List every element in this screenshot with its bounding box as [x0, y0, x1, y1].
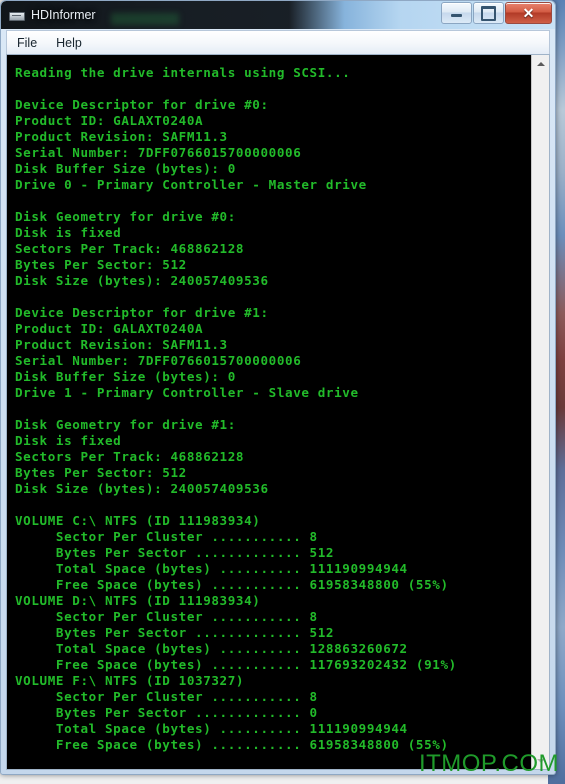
maximize-icon	[481, 5, 496, 21]
hdinformer-window: HDInformer ✕ File Help Reading the drive…	[0, 0, 556, 775]
maximize-button[interactable]	[473, 2, 504, 24]
menu-bar: File Help	[6, 30, 550, 54]
chip-icon	[8, 7, 25, 23]
window-title: HDInformer	[31, 8, 96, 22]
scroll-up-button[interactable]	[532, 55, 549, 72]
minimize-button[interactable]	[441, 2, 472, 24]
chevron-down-icon	[536, 758, 545, 763]
console-output-area: Reading the drive internals using SCSI..…	[6, 54, 550, 770]
scrollbar-track[interactable]	[532, 72, 549, 752]
minimize-icon	[451, 14, 462, 17]
title-bar[interactable]: HDInformer ✕	[1, 1, 555, 29]
window-bottom-strip	[1, 770, 555, 774]
menu-item-file[interactable]: File	[17, 34, 46, 52]
close-icon: ✕	[522, 5, 535, 21]
vertical-scrollbar[interactable]	[531, 55, 549, 769]
close-button[interactable]: ✕	[505, 2, 552, 24]
menu-item-help[interactable]: Help	[56, 34, 91, 52]
chevron-up-icon	[536, 61, 545, 66]
scroll-down-button[interactable]	[532, 752, 549, 769]
console-text: Reading the drive internals using SCSI..…	[15, 65, 457, 752]
window-controls: ✕	[440, 2, 552, 24]
console-scroll-viewport[interactable]: Reading the drive internals using SCSI..…	[7, 55, 531, 769]
